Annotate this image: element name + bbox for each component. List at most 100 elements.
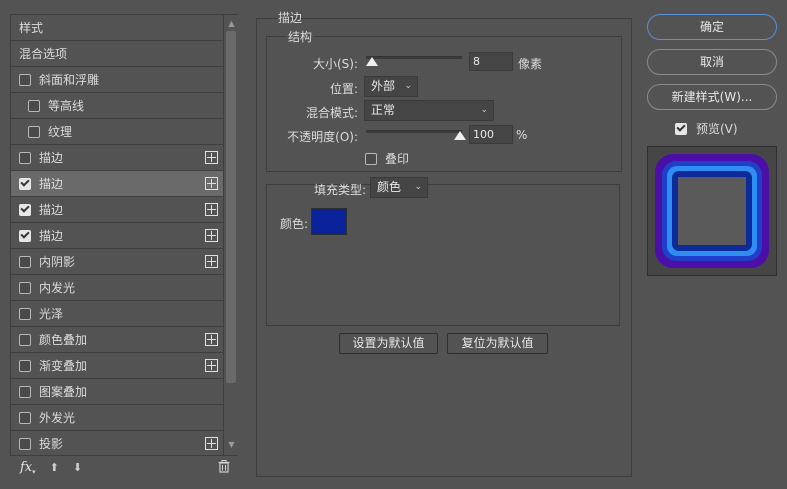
style-list-item[interactable]: 图案叠加: [11, 379, 223, 405]
style-list-item[interactable]: 外发光: [11, 405, 223, 431]
structure-title: 结构: [286, 28, 315, 45]
style-item-label: 内发光: [39, 281, 76, 295]
move-up-icon[interactable]: ⬆: [50, 461, 59, 474]
preview-checkbox-box[interactable]: [675, 122, 687, 135]
set-default-button[interactable]: 设置为默认值: [339, 333, 438, 354]
style-item-checkbox[interactable]: [28, 99, 40, 112]
style-preview: [647, 146, 777, 276]
style-item-label: 斜面和浮雕: [39, 73, 100, 87]
trash-icon[interactable]: [218, 460, 230, 473]
style-item-label: 描边: [39, 177, 64, 191]
opacity-label: 不透明度(O):: [287, 130, 358, 144]
move-down-icon[interactable]: ⬇: [73, 461, 82, 474]
section-title: 描边: [278, 11, 303, 25]
style-list-item[interactable]: 渐变叠加: [11, 353, 223, 379]
add-icon[interactable]: [205, 203, 218, 216]
ok-button[interactable]: 确定: [647, 14, 777, 40]
new-style-button[interactable]: 新建样式(W)...: [647, 84, 777, 110]
style-item-label: 颜色叠加: [39, 333, 88, 347]
size-input[interactable]: 8: [469, 52, 513, 71]
style-item-checkbox[interactable]: [19, 151, 31, 164]
scroll-thumb[interactable]: [226, 31, 236, 383]
position-dropdown[interactable]: 外部 ⌄: [364, 76, 418, 97]
fill-type-label: 填充类型:: [313, 183, 366, 197]
chevron-down-icon: ⌄: [480, 105, 488, 115]
chevron-down-icon: ⌄: [414, 182, 422, 192]
add-icon[interactable]: [205, 359, 218, 372]
style-item-checkbox[interactable]: [19, 333, 31, 346]
reset-default-button[interactable]: 复位为默认值: [447, 333, 548, 354]
style-item-checkbox[interactable]: [28, 125, 40, 138]
style-list: 样式 混合选项 斜面和浮雕 等高线 纹理 描边 描边 描边 描边 内阴影 内发光 光泽 颜色叠加 渐变叠加…: [11, 15, 223, 455]
fx-button[interactable]: fx: [20, 460, 32, 475]
add-icon[interactable]: [205, 333, 218, 346]
fx-dropdown-icon[interactable]: ▾: [32, 468, 36, 476]
style-item-label: 描边: [39, 203, 64, 217]
style-item-checkbox[interactable]: [19, 229, 31, 242]
size-unit: 像素: [518, 57, 543, 71]
style-item-checkbox[interactable]: [19, 281, 31, 294]
style-item-label: 纹理: [48, 125, 73, 139]
style-list-item[interactable]: 内阴影: [11, 249, 223, 275]
overprint-label: 叠印: [385, 152, 410, 166]
style-list-item[interactable]: 等高线: [11, 93, 223, 119]
add-icon[interactable]: [205, 437, 218, 450]
style-item-checkbox[interactable]: [19, 203, 31, 216]
opacity-slider[interactable]: [366, 130, 462, 133]
style-item-checkbox[interactable]: [19, 73, 31, 86]
add-icon[interactable]: [205, 177, 218, 190]
style-item-checkbox[interactable]: [19, 411, 31, 424]
style-item-checkbox[interactable]: [19, 437, 31, 450]
style-list-item[interactable]: 描边: [11, 223, 223, 249]
color-label: 颜色:: [279, 217, 308, 231]
style-list-item[interactable]: 描边: [11, 171, 223, 197]
fill-type-dropdown[interactable]: 颜色 ⌄: [370, 177, 428, 198]
style-item-checkbox[interactable]: [19, 359, 31, 372]
scroll-up-icon[interactable]: ▲: [227, 19, 236, 28]
style-list-item[interactable]: 投影: [11, 431, 223, 455]
preview-thumbnail: [655, 154, 769, 268]
size-slider-knob[interactable]: [366, 57, 378, 66]
style-list-item[interactable]: 内发光: [11, 275, 223, 301]
style-item-label: 光泽: [39, 307, 64, 321]
style-list-item[interactable]: 纹理: [11, 119, 223, 145]
fill-type-value: 颜色: [377, 180, 402, 194]
style-item-label: 混合选项: [19, 47, 68, 61]
style-item-checkbox[interactable]: [19, 307, 31, 320]
style-item-label: 样式: [19, 21, 44, 35]
opacity-input[interactable]: 100: [469, 125, 513, 144]
style-item-checkbox[interactable]: [19, 385, 31, 398]
add-icon[interactable]: [205, 151, 218, 164]
style-item-label: 等高线: [48, 99, 85, 113]
style-list-item[interactable]: 描边: [11, 197, 223, 223]
style-item-label: 图案叠加: [39, 385, 88, 399]
preview-inner-fill: [678, 177, 746, 245]
blend-mode-dropdown[interactable]: 正常 ⌄: [364, 100, 494, 121]
overprint-checkbox[interactable]: 叠印: [365, 150, 409, 167]
size-slider[interactable]: [366, 56, 462, 59]
style-list-panel: 样式 混合选项 斜面和浮雕 等高线 纹理 描边 描边 描边 描边 内阴影 内发光 光泽 颜色叠加 渐变叠加…: [10, 14, 238, 456]
preview-checkbox[interactable]: 预览(V): [675, 120, 738, 137]
opacity-slider-knob[interactable]: [454, 131, 466, 140]
add-icon[interactable]: [205, 255, 218, 268]
style-list-header[interactable]: 混合选项: [11, 41, 223, 67]
style-list-scrollbar[interactable]: ▲ ▼: [223, 15, 238, 455]
style-item-checkbox[interactable]: [19, 177, 31, 190]
style-list-item[interactable]: 描边: [11, 145, 223, 171]
color-swatch[interactable]: [311, 208, 347, 235]
style-item-label: 内阴影: [39, 255, 76, 269]
add-icon[interactable]: [205, 229, 218, 242]
style-list-footer: fx ▾ ⬆ ⬇: [10, 456, 238, 478]
style-list-item[interactable]: 斜面和浮雕: [11, 67, 223, 93]
style-item-label: 投影: [39, 437, 64, 451]
cancel-button[interactable]: 取消: [647, 49, 777, 75]
overprint-checkbox-box[interactable]: [365, 152, 377, 165]
blend-mode-label: 混合模式:: [305, 106, 358, 120]
scroll-down-icon[interactable]: ▼: [227, 440, 236, 449]
style-list-item[interactable]: 光泽: [11, 301, 223, 327]
style-item-label: 渐变叠加: [39, 359, 88, 373]
style-item-checkbox[interactable]: [19, 255, 31, 268]
blend-mode-value: 正常: [371, 103, 396, 117]
style-list-header[interactable]: 样式: [11, 15, 223, 41]
style-list-item[interactable]: 颜色叠加: [11, 327, 223, 353]
